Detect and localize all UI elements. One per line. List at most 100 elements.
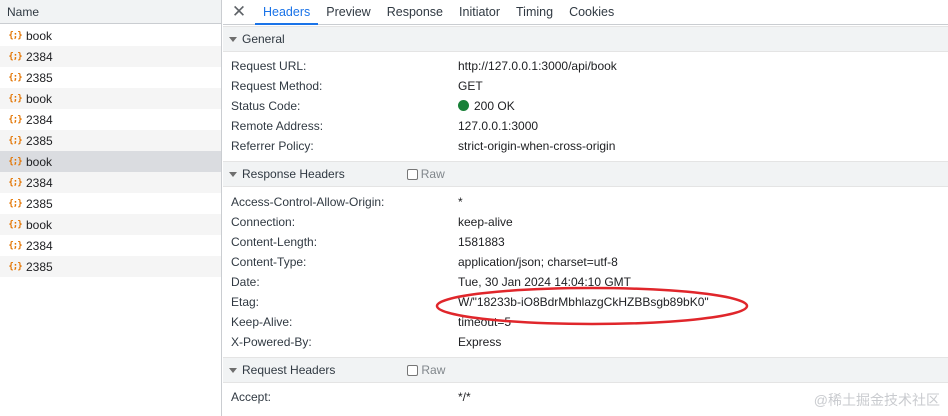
request-list: {;} book {;} 2384 {;} 2385 {;} book {;} 2384 {;} 23…	[0, 25, 221, 277]
general-row-request-method: Request Method: GET	[223, 76, 948, 96]
general-row-referrer-policy: Referrer Policy: strict-origin-when-cros…	[223, 136, 948, 156]
response-header-rows: Access-Control-Allow-Origin: * Connection:…	[223, 187, 948, 357]
request-headers-section-header[interactable]: Request Headers Raw	[223, 357, 948, 384]
general-row-request-url: Request URL: http://127.0.0.1:3000/api/b…	[223, 56, 948, 76]
header-key: Content-Length:	[231, 234, 318, 249]
xhr-braces-icon: {;}	[8, 261, 22, 272]
close-icon[interactable]: ✕	[223, 0, 255, 24]
request-row[interactable]: {;} 2385	[0, 130, 221, 151]
request-row[interactable]: {;} 2385	[0, 256, 221, 277]
xhr-braces-icon: {;}	[8, 93, 22, 104]
request-headers-title: Request Headers	[242, 363, 336, 378]
header-value: timeout=5	[458, 315, 512, 330]
tab-headers[interactable]: Headers	[255, 0, 319, 25]
tab-cookies[interactable]: Cookies	[561, 0, 622, 24]
response-header-row: Content-Type: application/json; charset=u…	[223, 252, 948, 272]
request-row[interactable]: {;} book	[0, 151, 221, 172]
xhr-braces-icon: {;}	[8, 156, 22, 167]
response-header-row: Etag: W/"18233b-iO8BdrMbhlazgCkHZBBsgb89b…	[223, 292, 948, 312]
raw-checkbox[interactable]	[407, 364, 419, 376]
request-name: book	[26, 91, 53, 106]
header-value: *	[458, 194, 463, 209]
header-value: 127.0.0.1:3000	[458, 119, 539, 134]
xhr-braces-icon: {;}	[8, 240, 22, 251]
response-raw-toggle[interactable]: Raw	[406, 167, 445, 182]
response-header-row: Date: Tue, 30 Jan 2024 14:04:10 GMT	[223, 272, 948, 292]
header-value: strict-origin-when-cross-origin	[458, 139, 616, 154]
header-key: Connection:	[231, 214, 296, 229]
request-row[interactable]: {;} book	[0, 25, 221, 46]
header-key: Access-Control-Allow-Origin:	[231, 194, 385, 209]
request-name: 2384	[26, 112, 53, 127]
xhr-braces-icon: {;}	[8, 30, 22, 41]
response-headers-title: Response Headers	[242, 167, 345, 182]
header-value: http://127.0.0.1:3000/api/book	[458, 59, 617, 74]
xhr-braces-icon: {;}	[8, 219, 22, 230]
header-key: Status Code:	[231, 99, 301, 114]
xhr-braces-icon: {;}	[8, 177, 22, 188]
watermark-text: @稀土掘金技术社区	[813, 392, 940, 408]
request-row[interactable]: {;} book	[0, 88, 221, 109]
request-name: 2384	[26, 175, 53, 190]
xhr-braces-icon: {;}	[8, 72, 22, 83]
response-headers-section-header[interactable]: Response Headers Raw	[223, 161, 948, 188]
header-value: keep-alive	[458, 214, 513, 229]
request-row[interactable]: {;} 2384	[0, 172, 221, 193]
header-value: GET	[458, 79, 483, 94]
xhr-braces-icon: {;}	[8, 135, 22, 146]
header-value: Express	[458, 335, 502, 350]
request-list-panel: Name {;} book {;} 2384 {;} 2385 {;} book {;} 2384…	[0, 0, 222, 416]
response-header-row: Content-Length: 1581883	[223, 232, 948, 252]
tab-initiator[interactable]: Initiator	[451, 0, 508, 24]
tab-response[interactable]: Response	[379, 0, 451, 24]
request-name: book	[26, 28, 53, 43]
general-section-header[interactable]: General	[223, 26, 948, 52]
request-row[interactable]: {;} 2385	[0, 193, 221, 214]
request-name: 2385	[26, 133, 53, 148]
expand-triangle-icon	[229, 36, 237, 42]
request-name: 2384	[26, 238, 53, 253]
xhr-braces-icon: {;}	[8, 51, 22, 62]
name-column-label: Name	[7, 4, 40, 19]
request-name: book	[26, 217, 53, 232]
tab-timing[interactable]: Timing	[508, 0, 561, 24]
header-value: 1581883	[458, 234, 505, 249]
expand-triangle-icon	[229, 367, 237, 373]
request-row[interactable]: {;} 2385	[0, 67, 221, 88]
general-row-status-code: Status Code: 200 OK	[223, 96, 948, 116]
header-value: Tue, 30 Jan 2024 14:04:10 GMT	[458, 274, 631, 289]
request-name: book	[26, 154, 53, 169]
raw-label: Raw	[420, 167, 445, 182]
request-row[interactable]: {;} 2384	[0, 46, 221, 67]
detail-tab-bar: ✕ Headers Preview Response Initiator Tim…	[223, 0, 948, 25]
raw-checkbox[interactable]	[406, 168, 418, 180]
response-header-row: Connection: keep-alive	[223, 212, 948, 232]
general-section-title: General	[242, 32, 285, 46]
general-row-remote-address: Remote Address: 127.0.0.1:3000	[223, 116, 948, 136]
name-column-header[interactable]: Name	[0, 0, 221, 24]
header-value: application/json; charset=utf-8	[458, 254, 618, 269]
response-header-row: X-Powered-By: Express	[223, 332, 948, 352]
header-key: Etag:	[231, 294, 260, 309]
request-name: 2384	[26, 49, 53, 64]
raw-label: Raw	[421, 363, 446, 378]
request-row[interactable]: {;} 2384	[0, 235, 221, 256]
header-key: X-Powered-By:	[231, 335, 312, 350]
tab-preview[interactable]: Preview	[318, 0, 378, 24]
header-key: Date:	[231, 274, 260, 289]
request-row[interactable]: {;} 2384	[0, 109, 221, 130]
header-value: W/"18233b-iO8BdrMbhlazgCkHZBBsgb89bK0"	[458, 294, 709, 309]
request-name: 2385	[26, 70, 53, 85]
header-key: Content-Type:	[231, 254, 307, 269]
response-header-row: Access-Control-Allow-Origin: *	[223, 191, 948, 211]
header-key: Referrer Policy:	[231, 139, 314, 154]
xhr-braces-icon: {;}	[8, 114, 22, 125]
general-rows: Request URL: http://127.0.0.1:3000/api/b…	[223, 52, 948, 161]
header-key: Accept:	[231, 390, 272, 405]
request-row[interactable]: {;} book	[0, 214, 221, 235]
response-header-row: Keep-Alive: timeout=5	[223, 312, 948, 332]
expand-triangle-icon	[229, 171, 237, 177]
request-raw-toggle[interactable]: Raw	[407, 363, 445, 377]
header-key: Request Method:	[231, 79, 323, 94]
header-key: Request URL:	[231, 59, 307, 74]
